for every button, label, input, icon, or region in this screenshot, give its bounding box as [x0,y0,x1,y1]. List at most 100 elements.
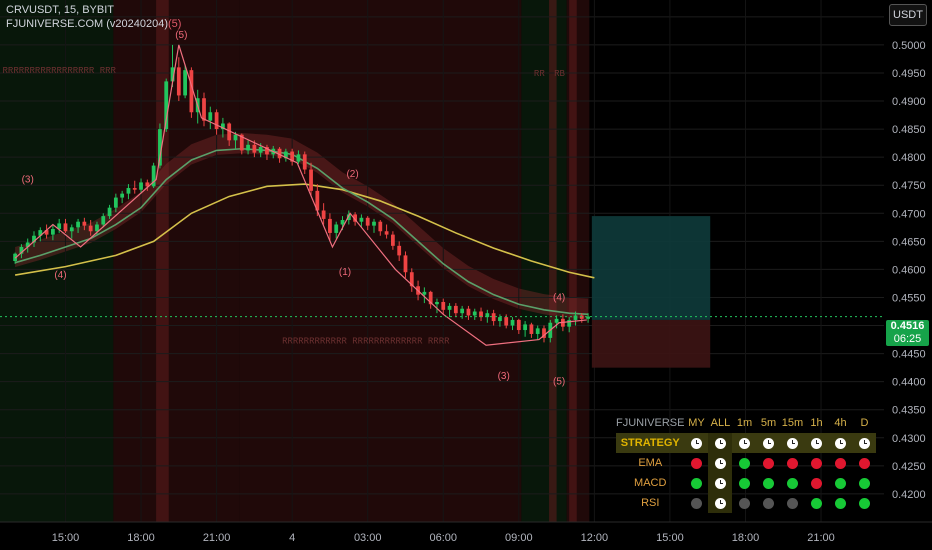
candle-body [435,301,439,305]
indicator-suffix: (5) [168,18,182,30]
y-tick-label: 0.4650 [892,236,926,248]
dashboard-row-ema: EMA [616,453,876,473]
dashboard-cell [684,473,708,493]
dashboard-cell [852,453,876,473]
y-tick-label: 0.4200 [892,489,926,501]
status-dot-grey [786,497,798,509]
candle-body [510,319,515,326]
clock-icon [714,437,726,449]
candle-body [554,318,559,323]
wave-label: (3) [498,371,510,382]
clock-icon [714,457,726,469]
candle-body [372,221,376,226]
dashboard-col-my: MY [688,417,705,429]
status-dot-green [738,477,750,489]
clock-icon [786,437,798,449]
status-dot-red [786,457,798,469]
dashboard-col-15m: 15m [781,417,804,429]
dashboard-cell [708,433,733,453]
candle-body [441,301,446,310]
dashboard-col-1h: 1h [810,417,823,429]
candle-body [296,154,301,162]
dashboard-row-label: EMA [638,457,663,469]
y-tick-label: 0.4800 [892,152,926,164]
dashboard-cell [684,453,708,473]
candle-body [321,210,326,219]
last-price-tag: 0.4516 06:25 [886,320,929,346]
dashboard-cell [828,473,852,493]
candle-body [101,216,106,225]
status-dot-green [738,457,750,469]
candle-body [208,112,213,121]
candle-body [378,221,383,232]
dashboard-header-row: FJUNIVERSE MY ALL 1m 5m 15m 1h 4h D [616,413,876,433]
wave-label: (2) [346,169,358,180]
candle-body [422,291,427,295]
candle-body [88,225,93,232]
indicator-title: FJUNIVERSE.COM (v20240204)(5) [6,18,181,31]
wave-label: (3) [22,174,34,185]
status-dot-green [858,497,870,509]
x-tick-label: 03:00 [354,532,382,544]
candle-body [384,231,389,235]
currency-button[interactable]: USDT [889,4,927,26]
x-tick-label: 15:00 [52,532,80,544]
x-tick-label: 06:00 [429,532,457,544]
candle-body [328,218,332,233]
clock-icon [714,497,726,509]
dashboard-cell [756,493,780,513]
clock-icon [690,437,702,449]
status-dot-grey [738,497,750,509]
status-dot-green [786,477,798,489]
candle-body [340,220,345,225]
clock-icon [762,437,774,449]
wave-label: (5) [553,376,565,387]
status-dot-grey [762,497,774,509]
candle-body [334,224,339,233]
status-dot-red [690,457,702,469]
candle-body [529,324,534,334]
candle-body [523,324,527,331]
candle-body [403,255,408,273]
candle-body [498,317,502,322]
last-price: 0.4516 [890,320,925,332]
dashboard-col-d: D [860,417,869,429]
dashboard-cell [780,473,804,493]
candle-body [69,227,74,232]
x-tick-label: 12:00 [581,532,609,544]
candle-body [202,98,206,121]
x-tick-label: 09:00 [505,532,533,544]
dashboard-cell [732,433,757,453]
status-dot-red [810,457,822,469]
candle-body [504,317,509,326]
candle-body [460,308,465,314]
candle-body [391,234,395,246]
dashboard-row-label: RSI [641,497,660,509]
y-tick-label: 0.4750 [892,180,926,192]
dashboard-cell [804,453,828,473]
y-tick-label: 0.4300 [892,433,926,445]
candle-body [302,154,307,170]
candle-body [309,169,313,191]
y-tick-label: 0.4550 [892,292,926,304]
dashboard-cell [708,493,733,513]
candle-body [246,144,250,151]
candle-body [63,223,68,232]
regime-zone [113,0,240,522]
status-dot-red [810,477,822,489]
dashboard-row-label: MACD [634,477,667,489]
dashboard-cell [804,433,829,453]
status-dot-green [810,497,822,509]
x-tick-label: 21:00 [807,532,835,544]
candle-body [453,305,458,314]
status-dot-green [762,477,774,489]
dashboard-cell [780,493,804,513]
status-dot-green [858,477,870,489]
candle-body [466,308,471,316]
zone-label: RR [534,69,545,79]
zone-highlight [569,0,577,522]
x-tick-label: 4 [289,532,295,544]
y-tick-label: 0.5000 [892,40,926,52]
candle-body [51,229,55,235]
candle-body [82,221,87,226]
